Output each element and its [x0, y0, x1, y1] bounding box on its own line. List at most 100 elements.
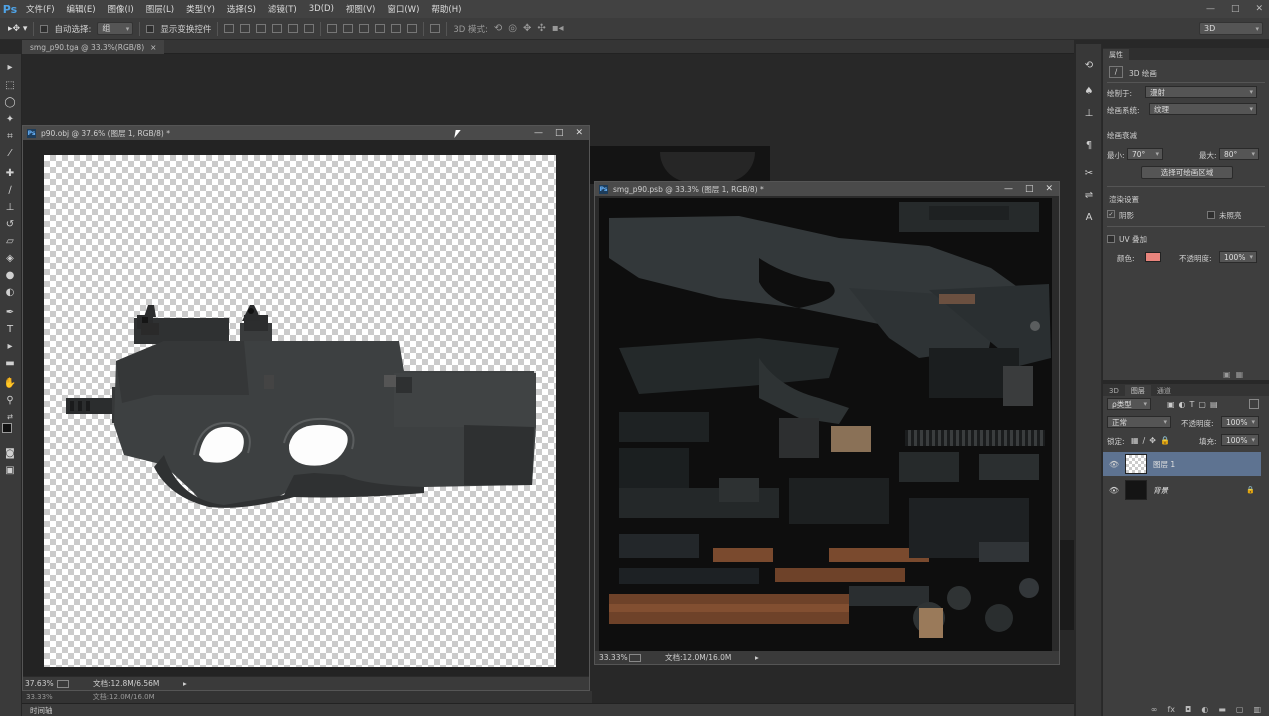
- 3d-pan-icon[interactable]: ✥: [523, 23, 531, 34]
- mask-icon[interactable]: ◘: [1185, 705, 1191, 714]
- quick-mask-icon[interactable]: ◙: [3, 446, 17, 460]
- distribute-top-icon[interactable]: [327, 24, 338, 33]
- paint-system-dropdown[interactable]: 纹理: [1149, 103, 1257, 115]
- document-tab-close-icon[interactable]: ×: [150, 43, 156, 52]
- paint-on-dropdown[interactable]: 漫射: [1145, 86, 1257, 98]
- zoom-level[interactable]: 33.33%: [595, 653, 629, 662]
- status-menu-arrow[interactable]: ▸: [183, 679, 187, 688]
- layer-row[interactable]: 👁 图层 1: [1103, 452, 1261, 476]
- new-layer-icon[interactable]: ▢: [1236, 705, 1244, 714]
- uv-texture-canvas[interactable]: [599, 198, 1052, 651]
- layer-row[interactable]: 👁 背景 🔒: [1103, 478, 1261, 502]
- 3d-roll-icon[interactable]: ◎: [508, 23, 517, 34]
- app-minimize-button[interactable]: —: [1206, 4, 1215, 14]
- move-tool-icon[interactable]: ▸✥ ▾: [8, 24, 27, 34]
- show-transform-checkbox[interactable]: [146, 24, 155, 33]
- crop-tool-icon[interactable]: ⌗: [3, 129, 17, 143]
- zoom-tool-icon[interactable]: ⚲: [3, 393, 17, 407]
- align-left-icon[interactable]: [272, 24, 283, 33]
- history-brush-tool-icon[interactable]: ↺: [3, 217, 17, 231]
- align-center-icon[interactable]: [288, 24, 299, 33]
- 3d-scale-icon[interactable]: ▪◂: [552, 23, 564, 34]
- window-maximize-button[interactable]: □: [1025, 184, 1034, 194]
- eraser-tool-icon[interactable]: ▱: [3, 234, 17, 248]
- tools-panel-icon[interactable]: ✂: [1082, 166, 1096, 180]
- magic-wand-tool-icon[interactable]: ✦: [3, 112, 17, 126]
- character-styles-icon[interactable]: A: [1082, 210, 1096, 224]
- zoom-level[interactable]: 37.63%: [23, 679, 57, 688]
- distribute-bottom-icon[interactable]: [359, 24, 370, 33]
- filter-icons[interactable]: ▣◐T▢▤: [1167, 400, 1222, 409]
- window-minimize-button[interactable]: —: [534, 128, 543, 138]
- type-tool-icon[interactable]: T: [3, 322, 17, 336]
- fx-icon[interactable]: fx: [1167, 705, 1175, 714]
- layer-filter-dropdown[interactable]: ρ类型: [1107, 398, 1151, 410]
- timeline-label[interactable]: 时间轴: [30, 705, 53, 716]
- screen-mode-icon[interactable]: ▣: [3, 463, 17, 477]
- uv-overlay-checkbox[interactable]: [1107, 235, 1115, 243]
- paint-bucket-tool-icon[interactable]: ◈: [3, 251, 17, 265]
- auto-align-icon[interactable]: [430, 24, 441, 33]
- tab-channels[interactable]: 通道: [1150, 385, 1177, 396]
- distribute-middle-icon[interactable]: [343, 24, 354, 33]
- 3d-orbit-icon[interactable]: ⟲: [494, 23, 502, 34]
- menu-type[interactable]: 类型(Y): [180, 3, 221, 15]
- window-title-bar[interactable]: Ps smg_p90.psb @ 33.3% (图层 1, RGB/8) * —…: [595, 182, 1059, 196]
- pen-tool-icon[interactable]: ✒: [3, 305, 17, 319]
- fill-field[interactable]: 100%: [1221, 434, 1259, 446]
- marquee-tool-icon[interactable]: ⬚: [3, 78, 17, 92]
- path-selection-tool-icon[interactable]: ▸: [3, 339, 17, 353]
- menu-select[interactable]: 选择(S): [221, 3, 262, 15]
- clone-stamp-tool-icon[interactable]: ⊥: [3, 200, 17, 214]
- transparent-canvas[interactable]: [44, 155, 556, 667]
- menu-view[interactable]: 视图(V): [340, 3, 381, 15]
- layer-name[interactable]: 图层 1: [1153, 459, 1175, 470]
- menu-help[interactable]: 帮助(H): [425, 3, 467, 15]
- lasso-tool-icon[interactable]: ◯: [3, 95, 17, 109]
- foreground-color-swatch[interactable]: [2, 423, 12, 433]
- layer-name[interactable]: 背景: [1153, 485, 1168, 496]
- blur-tool-icon[interactable]: ●: [3, 268, 17, 282]
- workspace-dropdown[interactable]: 3D: [1199, 22, 1263, 35]
- swap-colors-icon[interactable]: ⇄: [3, 410, 17, 424]
- unlit-checkbox[interactable]: [1207, 211, 1215, 219]
- document-window-p90-obj[interactable]: Ps p90.obj @ 37.6% (图层 1, RGB/8) * — □ ✕: [22, 125, 590, 691]
- menu-3d[interactable]: 3D(D): [303, 4, 340, 14]
- window-close-button[interactable]: ✕: [1045, 184, 1053, 194]
- distribute-center-icon[interactable]: [391, 24, 402, 33]
- auto-select-checkbox[interactable]: [40, 24, 49, 33]
- link-icon[interactable]: ∞: [1151, 705, 1158, 714]
- blend-mode-dropdown[interactable]: 正常: [1107, 416, 1171, 428]
- tab-properties[interactable]: 属性: [1103, 49, 1129, 60]
- max-angle-field[interactable]: 80°: [1219, 148, 1259, 160]
- min-angle-field[interactable]: 70°: [1127, 148, 1163, 160]
- menu-filter[interactable]: 滤镜(T): [262, 3, 303, 15]
- menu-edit[interactable]: 编辑(E): [61, 3, 102, 15]
- document-window-smg-p90-psb[interactable]: Ps smg_p90.psb @ 33.3% (图层 1, RGB/8) * —…: [594, 181, 1060, 665]
- shape-tool-icon[interactable]: ▬: [3, 356, 17, 370]
- align-top-icon[interactable]: [224, 24, 235, 33]
- distribute-right-icon[interactable]: [407, 24, 418, 33]
- distribute-left-icon[interactable]: [375, 24, 386, 33]
- move-tool-icon[interactable]: ▸: [3, 60, 17, 74]
- 3d-slide-icon[interactable]: ✣: [537, 23, 545, 34]
- uv-opacity-field[interactable]: 100%: [1219, 251, 1257, 263]
- menu-layer[interactable]: 图层(L): [140, 3, 180, 15]
- menu-window[interactable]: 窗口(W): [381, 3, 425, 15]
- document-tab[interactable]: smg_p90.tga @ 33.3%(RGB/8) ×: [22, 40, 165, 54]
- align-bottom-icon[interactable]: [256, 24, 267, 33]
- window-close-button[interactable]: ✕: [575, 128, 583, 138]
- uv-color-swatch[interactable]: [1145, 252, 1161, 262]
- tab-layers[interactable]: 图层: [1124, 385, 1151, 396]
- window-minimize-button[interactable]: —: [1004, 184, 1013, 194]
- window-maximize-button[interactable]: □: [555, 128, 564, 138]
- paragraph-icon[interactable]: ¶: [1082, 138, 1096, 152]
- healing-brush-tool-icon[interactable]: ✚: [3, 166, 17, 180]
- app-maximize-button[interactable]: □: [1231, 4, 1240, 14]
- visibility-eye-icon[interactable]: 👁: [1107, 460, 1121, 469]
- auto-select-dropdown[interactable]: 组: [97, 22, 134, 35]
- filter-toggle-icon[interactable]: [1249, 399, 1259, 409]
- trash-icon[interactable]: ▥: [1253, 705, 1261, 714]
- hand-tool-icon[interactable]: ✋: [3, 376, 17, 390]
- window-title-bar[interactable]: Ps p90.obj @ 37.6% (图层 1, RGB/8) * — □ ✕: [23, 126, 589, 140]
